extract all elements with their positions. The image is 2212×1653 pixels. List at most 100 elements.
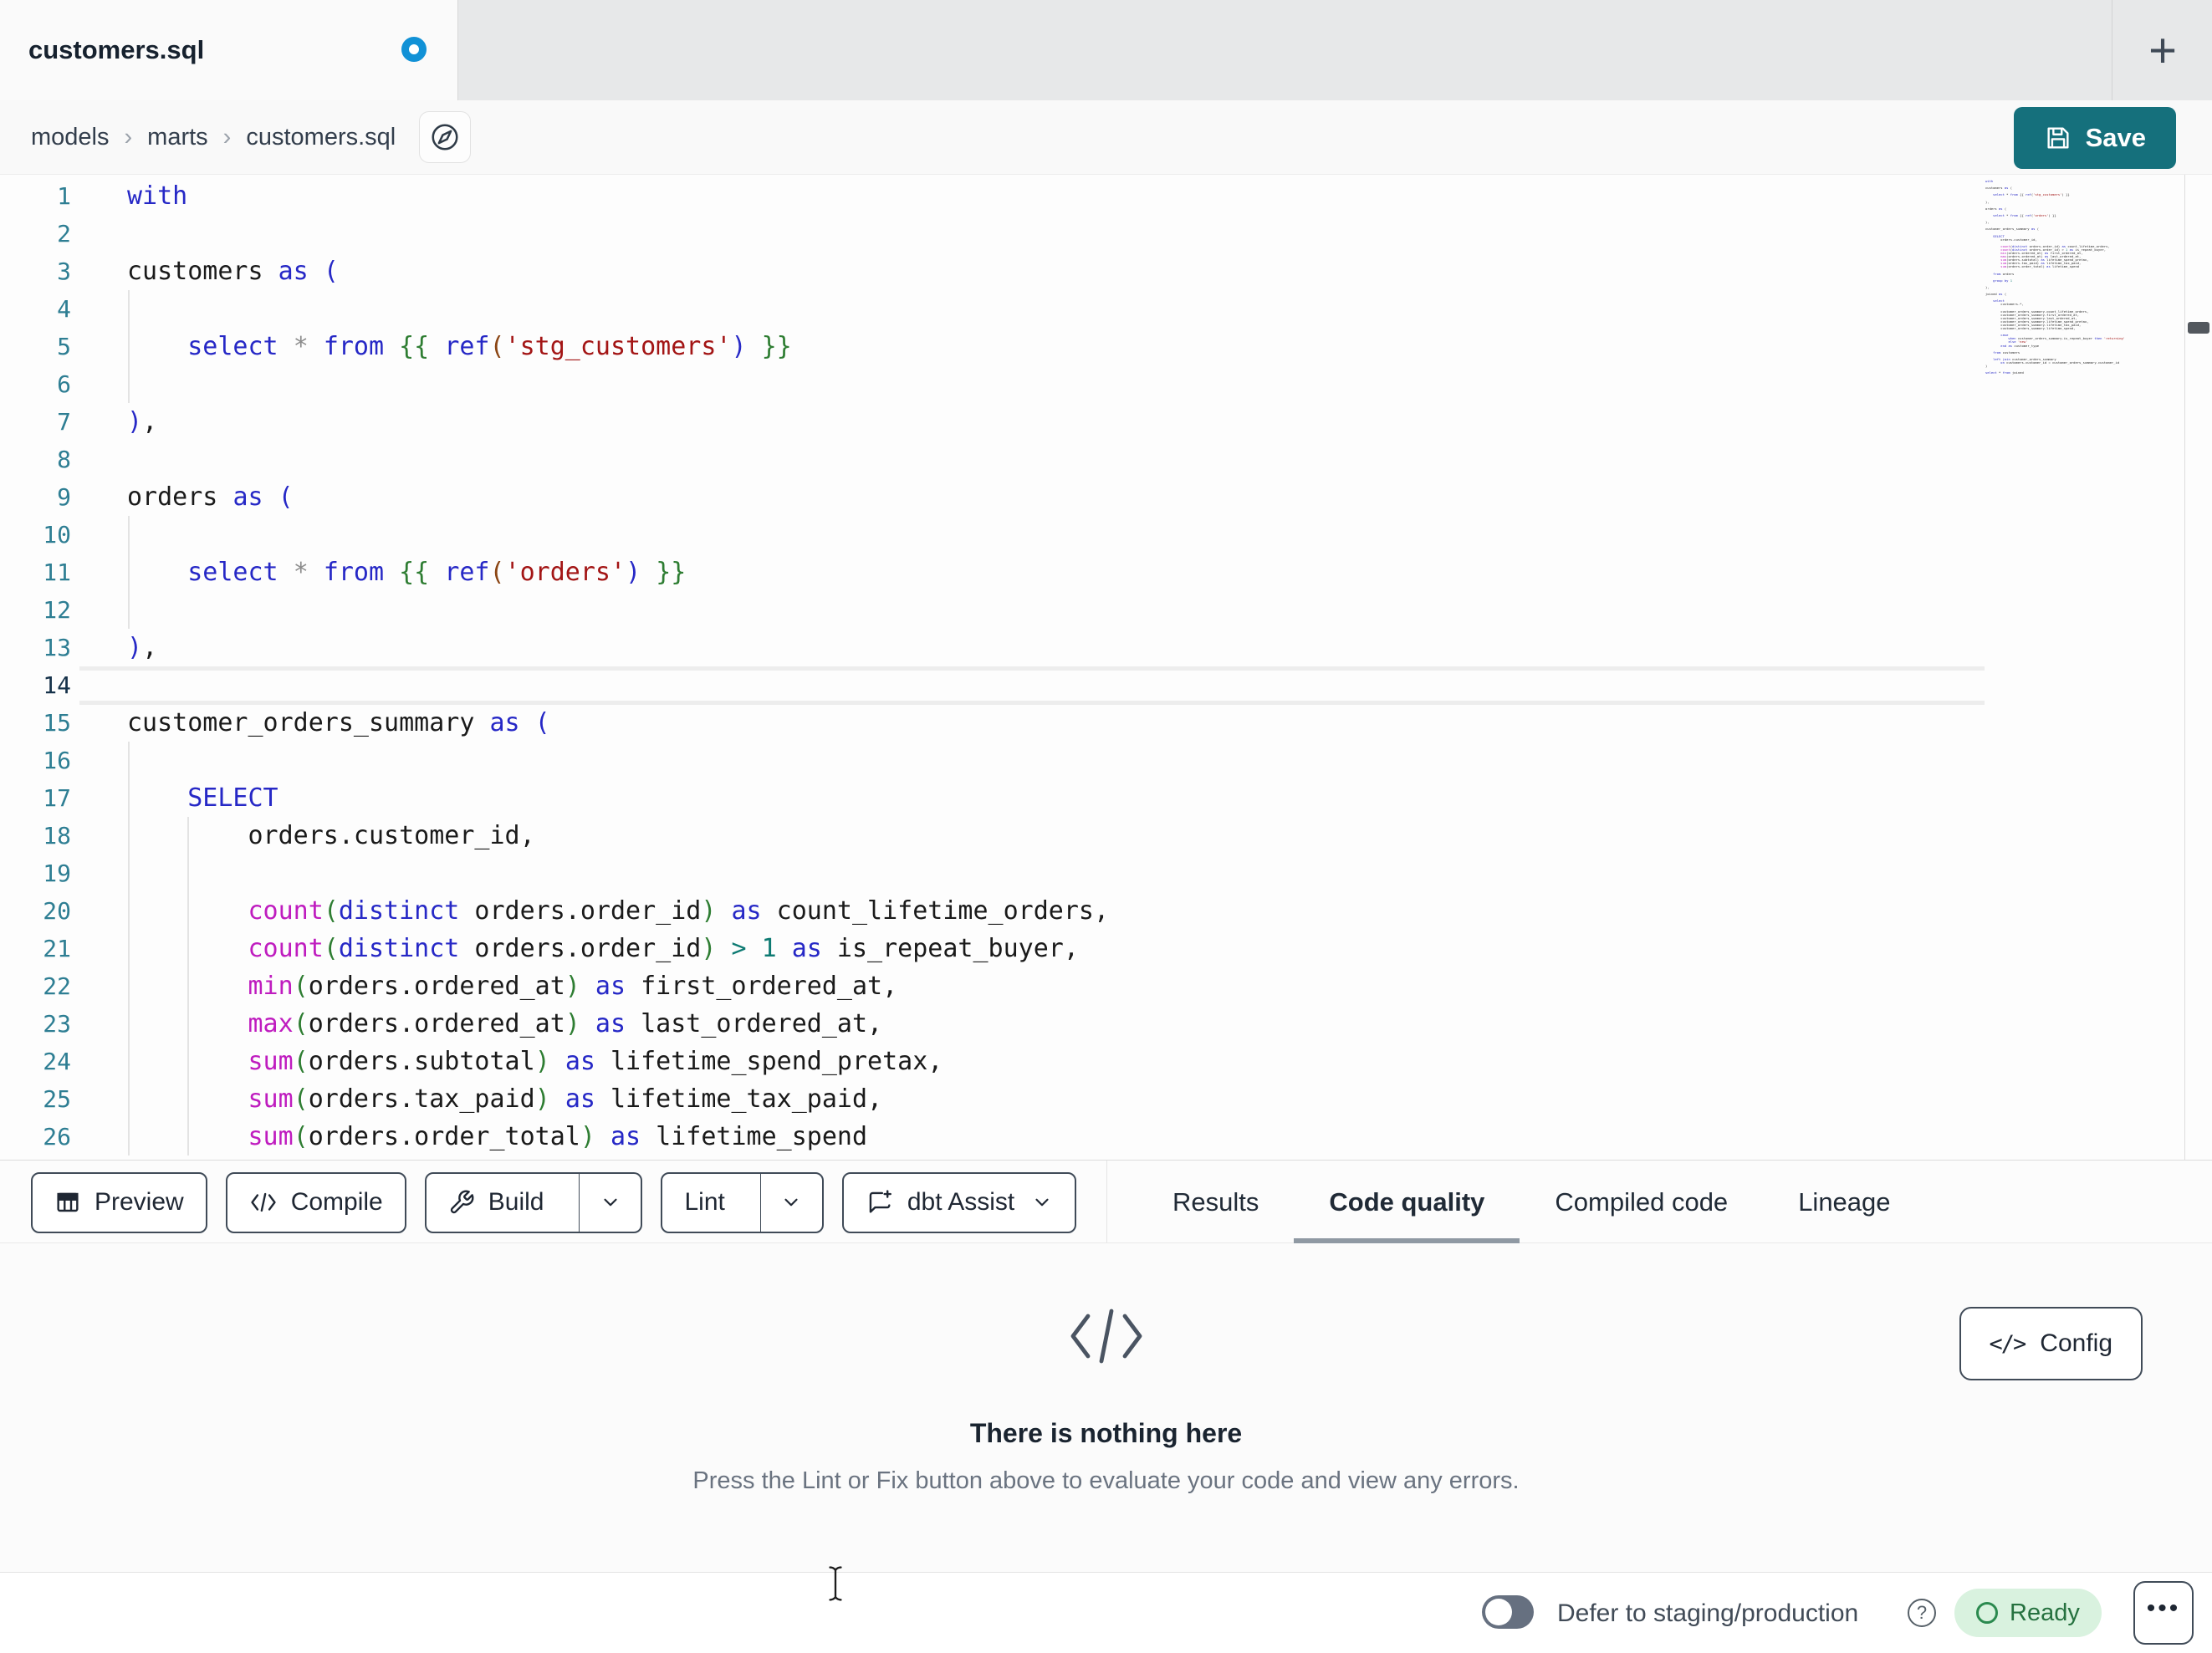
line-number: 16 [43, 747, 71, 774]
code-line[interactable]: 14 [0, 666, 2212, 704]
line-number: 13 [43, 634, 71, 661]
minimap[interactable]: with customers as ( select * from {{ ref… [1985, 179, 2179, 375]
line-number: 8 [57, 446, 71, 473]
code-line[interactable]: 1 with [0, 177, 2212, 215]
code-line[interactable]: 10 [0, 516, 2212, 554]
chevron-right-icon: › [222, 123, 232, 151]
code-line[interactable]: 11 select * from {{ ref('orders') }} [0, 554, 2212, 591]
code-line[interactable]: 17 SELECT [0, 779, 2212, 817]
code-line[interactable]: 25 sum(orders.tax_paid) as lifetime_tax_… [0, 1080, 2212, 1118]
more-options-button[interactable]: ••• [2133, 1581, 2194, 1645]
code-line[interactable]: 3 customers as ( [0, 253, 2212, 290]
code-brackets-icon [1066, 1309, 1147, 1374]
tab-code-quality[interactable]: Code quality [1294, 1161, 1520, 1243]
code-line[interactable]: 15 customer_orders_summary as ( [0, 704, 2212, 742]
breadcrumb-bar: models › marts › customers.sql Save [0, 100, 2212, 175]
preview-button[interactable]: Preview [31, 1171, 207, 1233]
code-line[interactable]: 18 orders.customer_id, [0, 817, 2212, 855]
compass-icon [429, 121, 461, 153]
line-number: 5 [57, 333, 71, 360]
tab-results[interactable]: Results [1137, 1161, 1294, 1243]
build-label: Build [488, 1188, 544, 1216]
line-number: 6 [57, 370, 71, 398]
code-line[interactable]: 24 sum(orders.subtotal) as lifetime_spen… [0, 1043, 2212, 1080]
line-number: 24 [43, 1048, 71, 1075]
new-tab-button[interactable]: + [2133, 21, 2192, 79]
breadcrumb-file[interactable]: customers.sql [246, 124, 396, 151]
breadcrumb-marts[interactable]: marts [147, 124, 208, 151]
dbt-ide-window: customers.sql + models › marts › custome… [0, 0, 2212, 1653]
line-number: 20 [43, 897, 71, 925]
line-number: 1 [57, 182, 71, 210]
build-dropdown-button[interactable] [579, 1173, 641, 1232]
table-grid-icon [54, 1189, 81, 1216]
code-line[interactable]: 26 sum(orders.order_total) as lifetime_s… [0, 1118, 2212, 1156]
chevron-right-icon: › [124, 123, 133, 151]
tab-title: customers.sql [28, 35, 205, 64]
code-line[interactable]: 8 [0, 441, 2212, 478]
line-number: 3 [57, 258, 71, 285]
code-line[interactable]: 19 [0, 855, 2212, 892]
line-number: 12 [43, 596, 71, 624]
save-label: Save [2085, 123, 2146, 152]
editor-lines: 1 with 2 3 customers as ( 4 5 select * from {{… [0, 177, 2212, 1156]
defer-label: Defer to staging/production [1557, 1599, 1859, 1627]
code-line[interactable]: 2 [0, 215, 2212, 253]
tab-customers-sql[interactable]: customers.sql [0, 0, 458, 100]
toolbar-divider [1106, 1161, 1107, 1242]
code-line[interactable]: 7), [0, 403, 2212, 441]
lint-dropdown-button[interactable] [759, 1173, 822, 1232]
line-number: 23 [43, 1010, 71, 1038]
tab-strip: customers.sql + [0, 0, 2212, 100]
code-quality-panel: There is nothing here Press the Lint or … [0, 1243, 2212, 1572]
line-number: 4 [57, 295, 71, 323]
config-button[interactable]: </> Config [1959, 1307, 2143, 1380]
line-number: 10 [43, 521, 71, 548]
defer-toggle[interactable] [1482, 1595, 1534, 1629]
code-brackets-icon: </> [1989, 1330, 2027, 1357]
code-editor[interactable]: 1 with 2 3 customers as ( 4 5 select * from {{… [0, 175, 2212, 1160]
code-line[interactable]: 21 count(distinct orders.order_id) > 1 a… [0, 930, 2212, 967]
dbt-assist-button[interactable]: dbt Assist [841, 1171, 1077, 1233]
lint-button[interactable]: Lint [662, 1174, 746, 1232]
status-circle-icon [1976, 1602, 1998, 1624]
chat-bubble-plus-icon [866, 1188, 894, 1217]
compile-button[interactable]: Compile [225, 1171, 406, 1233]
tab-compiled-code[interactable]: Compiled code [1520, 1161, 1763, 1243]
code-line[interactable]: 12 [0, 591, 2212, 629]
code-line[interactable]: 23 max(orders.ordered_at) as last_ordere… [0, 1005, 2212, 1043]
line-number: 2 [57, 220, 71, 247]
save-button[interactable]: Save [2013, 107, 2176, 169]
dbt-assist-label: dbt Assist [907, 1188, 1015, 1216]
empty-state-subtitle: Press the Lint or Fix button above to ev… [692, 1467, 1520, 1494]
code-line[interactable]: 16 [0, 742, 2212, 779]
file-lineage-button[interactable] [419, 111, 472, 163]
line-number: 17 [43, 784, 71, 812]
code-line[interactable]: 9 orders as ( [0, 478, 2212, 516]
tab-lineage[interactable]: Lineage [1763, 1161, 1925, 1243]
empty-state-title: There is nothing here [969, 1418, 1243, 1448]
preview-label: Preview [95, 1188, 184, 1216]
floppy-disk-icon [2044, 124, 2072, 152]
chevron-down-icon [600, 1191, 621, 1213]
ready-label: Ready [2010, 1599, 2080, 1626]
breadcrumb-models[interactable]: models [31, 124, 110, 151]
code-line[interactable]: 6 [0, 365, 2212, 403]
status-bar: Defer to staging/production ? Ready ••• [0, 1572, 2212, 1653]
code-line[interactable]: 20 count(distinct orders.order_id) as co… [0, 892, 2212, 930]
toolbar-buttons: Preview Compile Build Lint dbt Assist [31, 1161, 1077, 1244]
code-line[interactable]: 5 select * from {{ ref('stg_customers') … [0, 328, 2212, 365]
ready-status-badge[interactable]: Ready [1954, 1589, 2102, 1637]
toggle-knob [1485, 1599, 1512, 1625]
chevron-down-icon [780, 1191, 802, 1213]
code-brackets-icon [249, 1190, 278, 1215]
line-number: 22 [43, 972, 71, 1000]
line-number: 14 [43, 671, 71, 699]
code-line[interactable]: 4 [0, 290, 2212, 328]
code-line[interactable]: 13), [0, 629, 2212, 666]
code-line[interactable]: 22 min(orders.ordered_at) as first_order… [0, 967, 2212, 1005]
editor-toolbar: Preview Compile Build Lint dbt Assist Re… [0, 1160, 2212, 1243]
help-icon[interactable]: ? [1908, 1599, 1936, 1627]
unsaved-changes-icon [401, 37, 427, 62]
build-button[interactable]: Build [427, 1174, 566, 1232]
